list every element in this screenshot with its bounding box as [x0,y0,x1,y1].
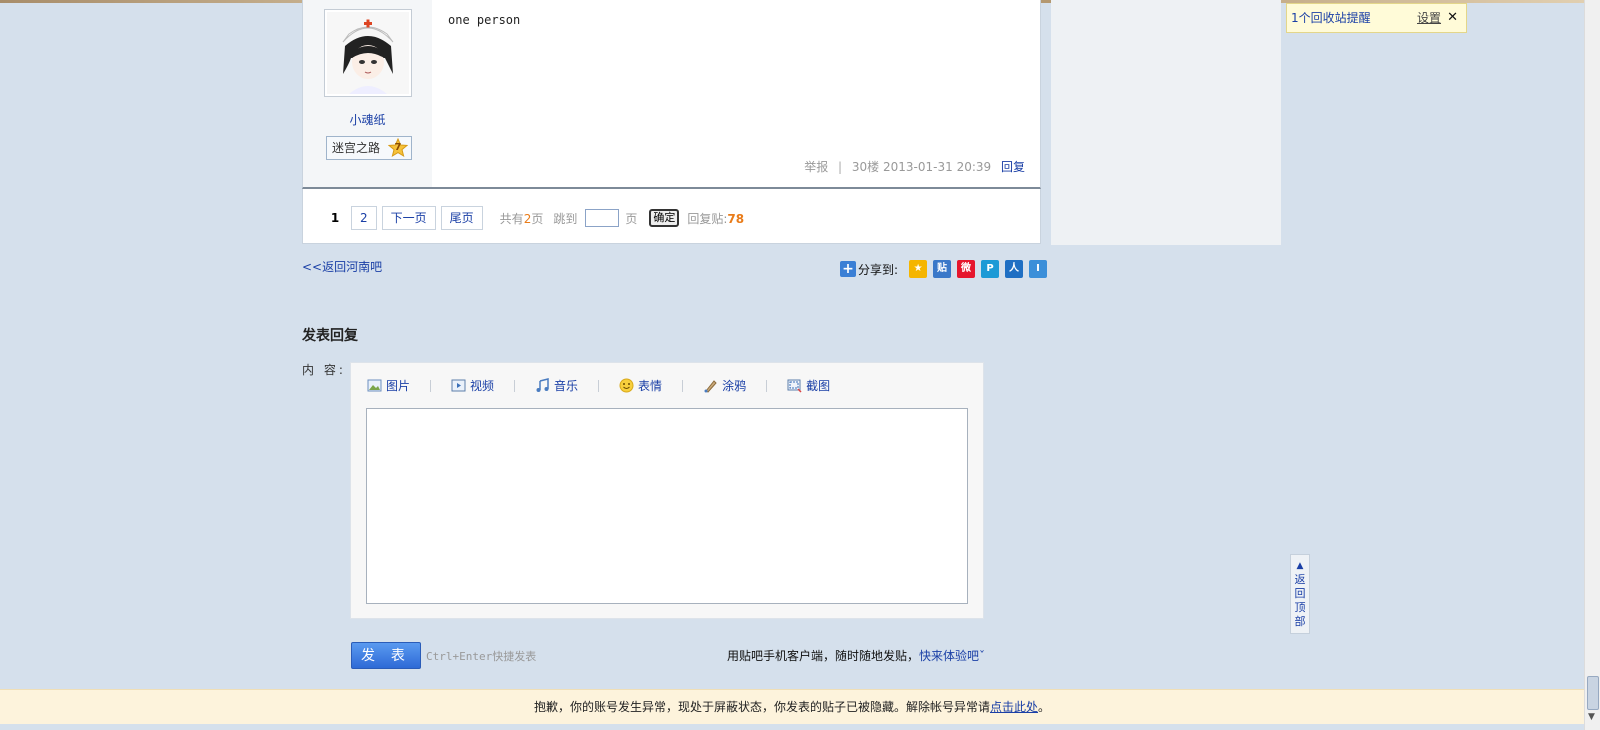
back-to-forum-link[interactable]: <<返回河南吧 [302,258,382,275]
current-page: 1 [330,211,340,225]
share-label: 分享到: [858,262,899,277]
page-2-button[interactable]: 2 [351,206,377,230]
video-icon [451,379,466,392]
tool-video[interactable]: 视频 [451,377,494,394]
back-to-top-char: 返 [1294,573,1306,586]
share-bar: + 分享到: ★ 贴微 P 人 Ⅰ [840,260,1048,278]
warning-link[interactable]: 点击此处 [990,700,1038,714]
account-warning-bar: 抱歉，你的账号发生异常，现处于屏蔽状态，你发表的贴子已被隐藏。解除帐号异常请点击… [0,689,1584,724]
total-pages: 共有2页 [499,211,544,226]
floor-number: 30楼 [851,160,880,174]
toolbar-divider [514,379,516,392]
recycle-bin-notice: 1个回收站提醒 设置 ✕ [1286,3,1467,33]
member-badge[interactable]: 迷宫之路 7 [326,136,412,160]
toolbar-divider [682,379,684,392]
share-qq-weibo-icon[interactable]: P [981,260,1000,278]
jump-confirm-button[interactable]: 确定 [649,209,680,227]
reply-count: 回复贴:78 [687,211,745,226]
pager: 1 2 下一页 尾页 共有2页 跳到 页 确定 回复贴:78 [325,206,744,230]
share-kaixin-icon[interactable]: Ⅰ [1029,260,1048,278]
mobile-tip-link[interactable]: 快来体验吧ˇ [919,649,985,663]
next-page-button[interactable]: 下一页 [381,206,436,230]
share-tieba-icon[interactable]: 贴 [933,260,952,278]
reply-textarea[interactable] [366,408,968,604]
scroll-down-icon[interactable]: ▼ [1588,712,1595,722]
tool-screenshot[interactable]: 截图 [787,377,830,394]
back-to-top-char: 回 [1294,587,1306,600]
last-page-button[interactable]: 尾页 [440,206,483,230]
share-renren-icon[interactable]: 人 [1005,260,1024,278]
report-link[interactable]: 举报 [804,160,828,174]
tool-music[interactable]: 音乐 [535,377,578,394]
author-name-link[interactable]: 小魂纸 [303,111,432,128]
arrow-up-icon: ▲ [1296,561,1304,571]
mobile-client-tip: 用贴吧手机客户端，随时随地发贴，快来体验吧ˇ [727,647,985,664]
submit-reply-button[interactable]: 发 表 [351,642,421,669]
close-icon[interactable]: ✕ [1447,4,1458,32]
post-meta: 举报 | 30楼 2013-01-31 20:39 回复 [804,158,1025,175]
share-plus-icon[interactable]: + [840,261,856,277]
badge-title: 迷宫之路 [332,141,381,155]
right-sidebar [1051,0,1281,245]
post-time: 2013-01-31 20:39 [883,160,992,174]
badge-level: 7 [394,142,402,153]
notice-settings-link[interactable]: 设置 [1417,4,1441,32]
vertical-scrollbar[interactable]: ▼ [1584,0,1600,730]
jump-unit: 页 [625,211,638,226]
back-to-top-button[interactable]: ▲ 返 回 顶 部 [1290,554,1310,634]
share-weibo-icon[interactable]: 微 [957,260,976,278]
avatar-image [327,12,409,94]
brush-icon [704,380,717,393]
tool-image[interactable]: 图片 [367,377,410,394]
author-column: 小魂纸 迷宫之路 7 [303,0,432,187]
warning-end: 。 [1038,700,1051,714]
mobile-tip-text: 用贴吧手机客户端，随时随地发贴， [727,649,920,663]
shortcut-hint: Ctrl+Enter快捷发表 [426,650,537,663]
content-label: 内 容: [302,363,346,377]
reply-section-title: 发表回复 [302,328,358,344]
screenshot-icon [787,379,802,393]
toolbar-divider [430,379,432,392]
editor-toolbar: 图片 视频 音乐 表情 涂鸦 截图 [367,377,830,394]
music-icon [536,378,549,392]
tool-emoji[interactable]: 表情 [619,377,662,394]
avatar[interactable] [324,9,412,97]
smiley-icon [619,378,634,393]
warning-text: 抱歉，你的账号发生异常，现处于屏蔽状态，你发表的贴子已被隐藏。解除帐号异常请 [533,700,990,714]
back-to-top-char: 部 [1294,615,1306,628]
post-content: one person [448,13,521,27]
back-to-top-char: 顶 [1294,601,1306,614]
toolbar-divider [766,379,768,392]
jump-page-input[interactable] [585,209,620,227]
scrollbar-thumb[interactable] [1587,676,1599,710]
notice-text[interactable]: 1个回收站提醒 [1291,11,1371,25]
toolbar-divider [598,379,600,392]
image-icon [367,379,382,392]
tool-doodle[interactable]: 涂鸦 [703,377,746,394]
reply-editor: 图片 视频 音乐 表情 涂鸦 截图 [350,362,984,619]
post-floor-30: 小魂纸 迷宫之路 7 one person 举报 | 30楼 2013-01-3… [302,0,1041,189]
level-star-icon: 7 [387,137,409,158]
reply-link[interactable]: 回复 [1001,160,1025,174]
meta-separator: | [838,160,843,174]
jump-label: 跳到 [553,211,578,226]
share-qzone-icon[interactable]: ★ [909,260,928,278]
pager-panel: 1 2 下一页 尾页 共有2页 跳到 页 确定 回复贴:78 [302,189,1041,244]
